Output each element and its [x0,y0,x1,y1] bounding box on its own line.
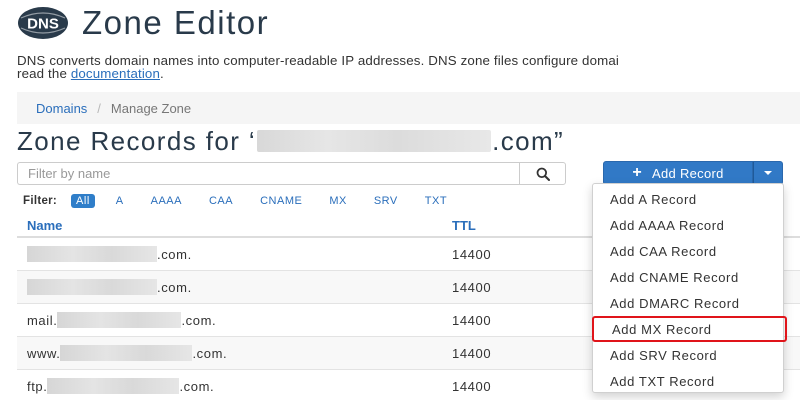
record-ttl: 14400 [452,312,492,328]
record-name: .com. [27,238,192,270]
record-name-suffix: .com. [157,246,192,262]
menu-item-add-txt-record[interactable]: Add TXT Record [593,368,783,394]
record-name-suffix: .com. [181,312,217,328]
record-ttl: 14400 [452,246,492,262]
record-name-prefix: ftp. [27,378,48,394]
menu-item-add-cname-record[interactable]: Add CNAME Record [593,264,783,290]
documentation-link[interactable]: documentation [71,66,160,80]
breadcrumb-current: Manage Zone [110,100,192,116]
zone-records-title: Zone Records for ‘ .com” [17,126,564,156]
filter-chip-txt[interactable]: TXT [425,195,447,207]
redacted-domain [27,279,157,295]
column-header-ttl[interactable]: TTL [452,218,476,233]
redacted-domain [57,312,182,328]
record-ttl: 14400 [452,378,492,394]
record-name-prefix: mail. [27,312,58,328]
add-record-dropdown-toggle[interactable] [753,161,783,185]
filter-chip-a[interactable]: A [116,195,124,207]
filter-chip-caa[interactable]: CAA [209,195,233,207]
description-line-2-suffix: . [160,66,164,80]
breadcrumb: Domains / Manage Zone [17,92,800,124]
zone-title-suffix: .com” [492,125,565,156]
record-name: www. .com. [27,337,227,369]
page-description: DNS converts domain names into computer-… [17,54,800,80]
record-name-prefix: www. [27,345,61,361]
record-type-filter: Filter: All A AAAA CAA CNAME MX SRV TXT [23,193,474,209]
menu-item-add-srv-record[interactable]: Add SRV Record [593,342,783,368]
filter-chip-all[interactable]: All [71,194,95,208]
record-name-suffix: .com. [179,378,215,394]
record-name: mail. .com. [27,304,216,336]
record-name-suffix: .com. [157,279,192,295]
breadcrumb-domains-link[interactable]: Domains [36,101,87,116]
menu-item-add-aaaa-record[interactable]: Add AAAA Record [593,212,783,238]
filter-chip-srv[interactable]: SRV [374,195,398,207]
menu-item-add-dmarc-record[interactable]: Add DMARC Record [593,290,783,316]
menu-item-add-a-record[interactable]: Add A Record [593,186,783,212]
dns-logo-icon: DNS [17,6,69,40]
menu-item-add-caa-record[interactable]: Add CAA Record [593,238,783,264]
filter-chip-mx[interactable]: MX [329,195,347,207]
logo-text: DNS [27,16,59,33]
add-record-button[interactable]: + Add Record [603,161,753,185]
redacted-domain [27,246,157,262]
filter-chip-cname[interactable]: CNAME [260,195,302,207]
zone-title-prefix: Zone Records for ‘ [17,125,257,156]
description-line-2-prefix: read the [17,66,71,80]
description-line-2: read the documentation. [17,67,800,80]
search-icon [536,167,550,181]
record-name: .com. [27,271,192,303]
filter-chip-aaaa[interactable]: AAAA [151,195,182,207]
redacted-domain [47,378,180,394]
search-button[interactable] [519,162,566,185]
caret-down-icon [764,171,772,175]
redacted-domain [257,130,492,152]
plus-icon: + [632,164,642,181]
page-title: Zone Editor [82,4,270,41]
breadcrumb-separator: / [97,100,101,116]
page-header: DNS Zone Editor [17,4,270,41]
filter-by-name-input[interactable] [17,162,520,185]
column-header-name[interactable]: Name [27,218,62,233]
record-ttl: 14400 [452,279,492,295]
menu-item-add-mx-record[interactable]: Add MX Record [592,316,787,342]
filter-label: Filter: [23,195,58,207]
add-record-menu: Add A Record Add AAAA Record Add CAA Rec… [592,183,787,394]
redacted-domain [60,345,193,361]
add-record-label: Add Record [652,165,724,181]
record-name: ftp. .com. [27,370,214,400]
record-name-suffix: .com. [192,345,228,361]
record-ttl: 14400 [452,345,492,361]
